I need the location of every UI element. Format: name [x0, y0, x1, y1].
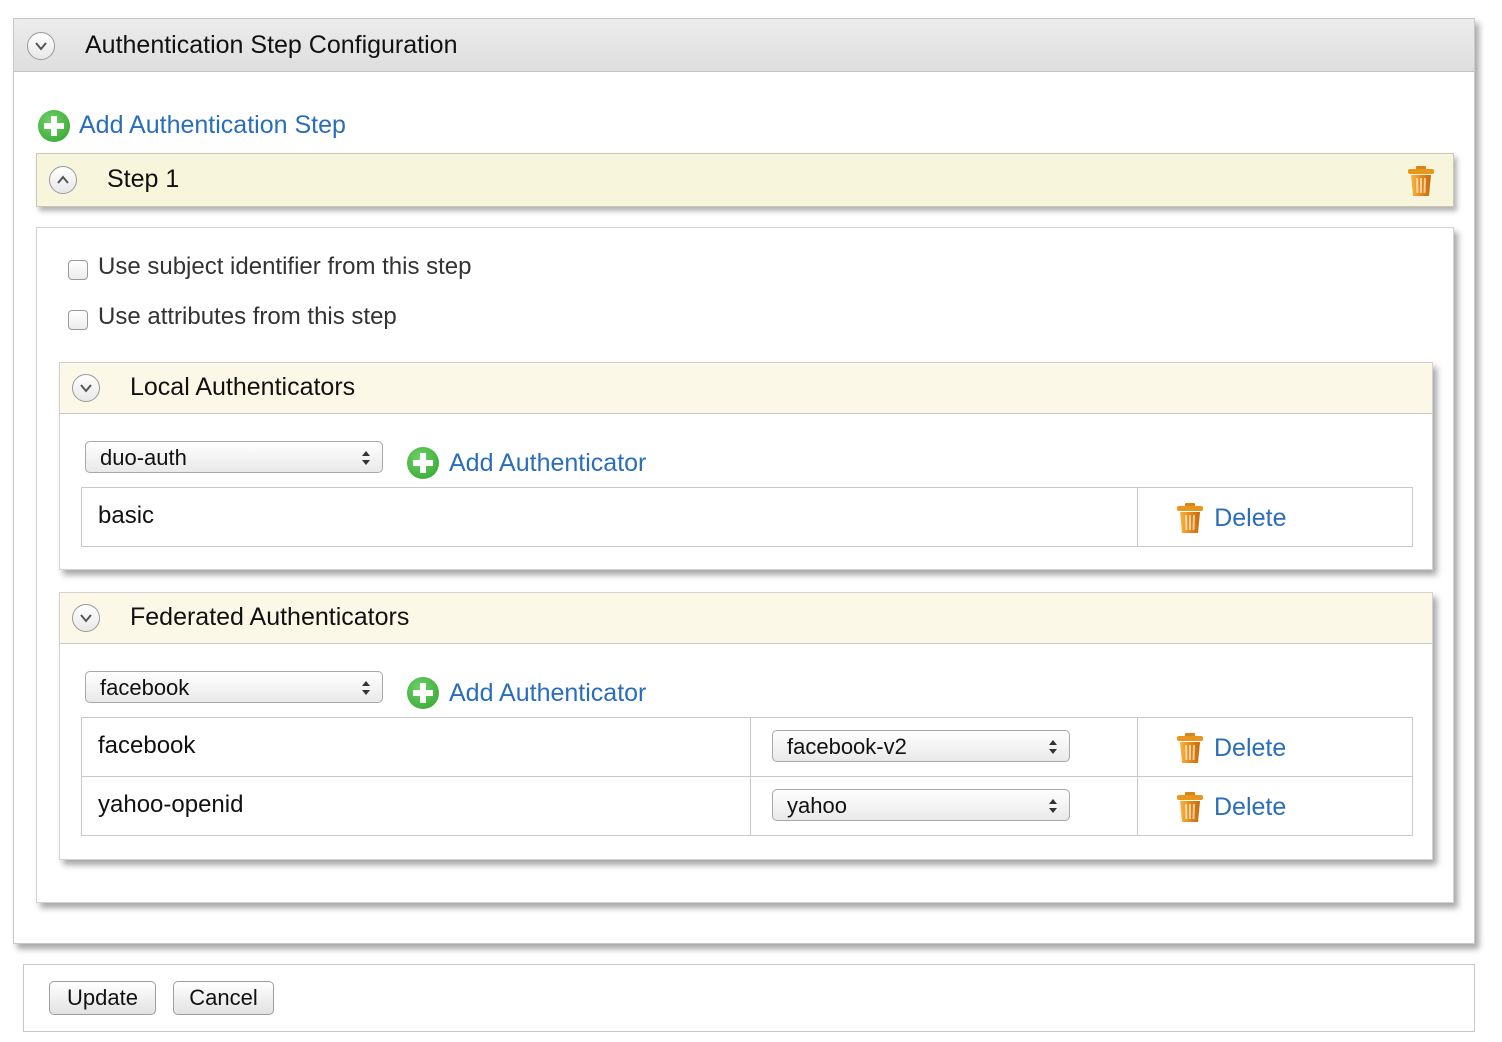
trash-icon[interactable] [1407, 165, 1435, 197]
local-authenticators-table: basic Delete [80, 487, 1413, 547]
subject-identifier-label: Use subject identifier from this step [98, 253, 472, 280]
delete-link[interactable]: Delete [1214, 504, 1286, 533]
select-arrows-icon [1049, 740, 1057, 754]
table-row: facebook facebook-v2 Delete [81, 717, 1413, 777]
select-arrows-icon [362, 451, 370, 465]
attributes-checkbox[interactable] [68, 310, 88, 330]
add-icon[interactable] [407, 447, 439, 479]
add-local-authenticator-link[interactable]: Add Authenticator [449, 449, 646, 478]
chevron-down-icon[interactable] [27, 32, 55, 60]
table-row: yahoo-openid yahoo Delete [81, 776, 1413, 836]
idp-config-select[interactable]: facebook-v2 [772, 730, 1070, 762]
federated-authenticators-table: facebook facebook-v2 Delete yahoo-openid… [81, 717, 1413, 836]
select-value: facebook-v2 [787, 734, 907, 759]
authenticator-name: facebook [98, 732, 196, 759]
form-footer: Update Cancel [23, 964, 1475, 1032]
federated-authenticators-title: Federated Authenticators [130, 603, 410, 631]
federated-authenticators-header[interactable]: Federated Authenticators [60, 593, 1432, 644]
subject-identifier-checkbox[interactable] [68, 260, 88, 280]
select-value: facebook [100, 675, 190, 700]
trash-icon[interactable] [1176, 502, 1204, 534]
authenticator-name: basic [98, 502, 155, 529]
panel-header[interactable]: Authentication Step Configuration [14, 19, 1474, 72]
local-authenticators-title: Local Authenticators [130, 373, 356, 401]
cancel-button[interactable]: Cancel [173, 981, 274, 1015]
authenticator-name: yahoo-openid [98, 791, 244, 818]
delete-link[interactable]: Delete [1214, 734, 1286, 763]
select-arrows-icon [1049, 799, 1057, 813]
add-federated-authenticator-link[interactable]: Add Authenticator [449, 679, 646, 708]
update-button[interactable]: Update [49, 981, 156, 1015]
select-arrows-icon [362, 681, 370, 695]
step-body: Use subject identifier from this step Us… [36, 227, 1454, 903]
add-icon[interactable] [38, 110, 70, 142]
local-authenticators-section: Local Authenticators duo-auth Add Authen… [59, 362, 1433, 570]
idp-config-select[interactable]: yahoo [772, 789, 1070, 821]
chevron-down-icon[interactable] [72, 374, 100, 402]
add-authentication-step-link[interactable]: Add Authentication Step [79, 111, 346, 140]
auth-step-config-panel: Authentication Step Configuration Add Au… [13, 18, 1475, 944]
local-authenticators-header[interactable]: Local Authenticators [60, 363, 1432, 414]
delete-link[interactable]: Delete [1214, 793, 1286, 822]
select-value: yahoo [787, 793, 847, 818]
select-value: duo-auth [100, 445, 187, 470]
trash-icon[interactable] [1176, 732, 1204, 764]
chevron-up-icon[interactable] [49, 166, 77, 194]
table-row: basic Delete [80, 487, 1413, 547]
step-header[interactable]: Step 1 [36, 153, 1454, 207]
panel-title: Authentication Step Configuration [85, 31, 458, 59]
federated-authenticators-section: Federated Authenticators facebook Add Au… [59, 592, 1433, 860]
trash-icon[interactable] [1176, 791, 1204, 823]
federated-authenticator-select[interactable]: facebook [85, 671, 383, 703]
chevron-down-icon[interactable] [72, 604, 100, 632]
add-icon[interactable] [407, 677, 439, 709]
step-title: Step 1 [107, 165, 180, 193]
local-authenticator-select[interactable]: duo-auth [85, 441, 383, 473]
attributes-label: Use attributes from this step [98, 303, 397, 330]
